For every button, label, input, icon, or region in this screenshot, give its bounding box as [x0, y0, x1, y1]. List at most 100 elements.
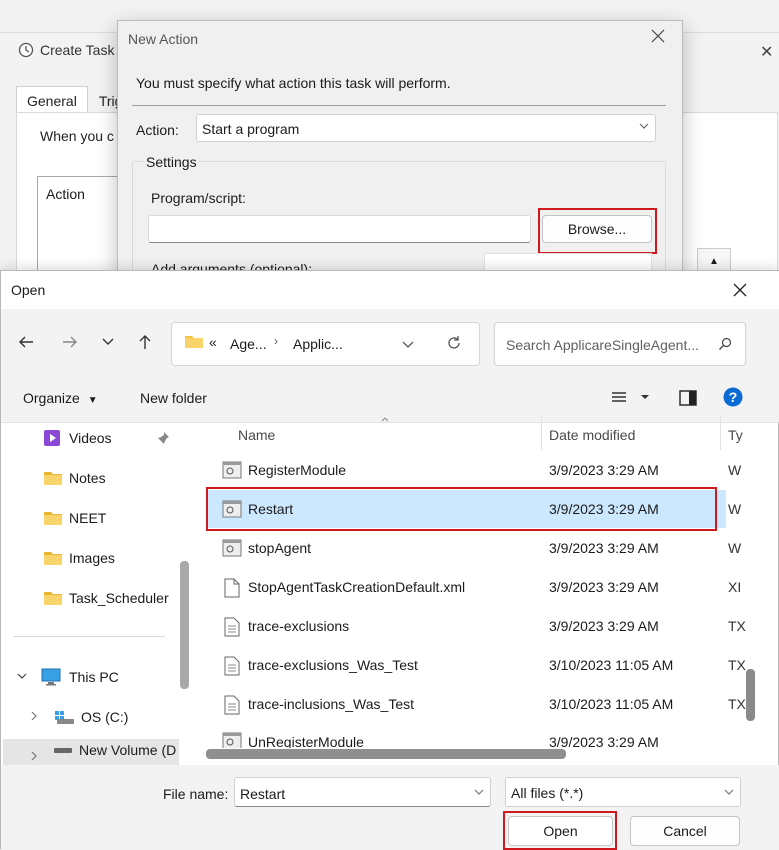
sidebar-item-task-scheduler[interactable]: Task_Scheduler	[43, 578, 169, 618]
file-row[interactable]: stopAgent 3/9/2023 3:29 AM W	[206, 529, 741, 567]
file-date: 3/9/2023 3:29 AM	[549, 579, 659, 595]
file-row[interactable]: trace-exclusions 3/9/2023 3:29 AM TX	[206, 607, 746, 645]
expand-chevron-right-icon[interactable]	[31, 751, 37, 761]
file-list-vertical-scrollbar[interactable]	[746, 669, 755, 721]
sidebar-item-new-volume-d[interactable]: New Volume (D	[53, 737, 179, 763]
create-task-close-icon[interactable]: ✕	[760, 42, 773, 62]
sidebar-item-label: Videos	[69, 430, 112, 446]
file-row[interactable]: RegisterModule 3/9/2023 3:29 AM W	[206, 451, 741, 489]
preview-pane-icon[interactable]	[679, 390, 697, 406]
sidebar-scrollbar[interactable]	[180, 561, 189, 689]
file-row[interactable]: trace-exclusions_Was_Test 3/10/2023 11:0…	[206, 646, 746, 684]
open-title: Open	[11, 282, 46, 298]
new-folder-button[interactable]: New folder	[140, 390, 207, 406]
file-name: trace-inclusions_Was_Test	[248, 696, 414, 712]
file-date: 3/9/2023 3:29 AM	[549, 462, 659, 478]
expand-chevron-right-icon[interactable]	[31, 711, 37, 721]
triangle-up-icon: ▲	[709, 255, 719, 267]
organize-button[interactable]: Organize ▼	[23, 390, 98, 406]
breadcrumb-item[interactable]: Age...	[230, 336, 267, 352]
file-type: W	[728, 462, 742, 478]
column-header-date-modified[interactable]: Date modified	[549, 427, 635, 443]
text-file-icon	[224, 695, 240, 715]
expand-chevron-down-icon[interactable]	[17, 673, 27, 679]
action-label: Action:	[136, 122, 179, 138]
column-separator	[541, 416, 542, 450]
blank-file-icon	[224, 578, 240, 598]
file-date: 3/9/2023 3:29 AM	[549, 734, 659, 748]
file-type: W	[728, 501, 742, 517]
text-file-icon	[224, 617, 240, 637]
sidebar-item-os-c[interactable]: OS (C:)	[53, 697, 128, 737]
file-type: TX	[728, 618, 746, 634]
actions-list-header: Action	[46, 186, 85, 202]
column-header-name[interactable]: Name	[238, 427, 275, 443]
arrow-left-icon	[17, 333, 35, 351]
create-task-tabs: General Trig	[16, 86, 133, 114]
drive-icon	[53, 746, 73, 754]
toolbar	[1, 381, 779, 423]
breadcrumb-item[interactable]: Applic...	[293, 336, 343, 352]
highlight-box	[503, 811, 617, 850]
sidebar-item-images[interactable]: Images	[43, 538, 115, 578]
cancel-button[interactable]: Cancel	[630, 816, 740, 846]
program-script-input[interactable]	[148, 215, 531, 243]
open-close-icon[interactable]	[732, 282, 748, 298]
file-name: trace-exclusions	[248, 618, 350, 634]
create-task-description: When you c	[40, 128, 114, 144]
chevron-down-icon	[102, 338, 114, 346]
new-action-close-icon[interactable]	[651, 29, 665, 43]
text-file-icon	[224, 656, 240, 676]
arrow-up-icon	[136, 333, 154, 351]
sidebar-divider	[13, 636, 165, 637]
breadcrumb-separator-icon: ›	[274, 334, 278, 348]
address-dropdown-icon[interactable]	[402, 341, 414, 349]
recent-locations-button[interactable]	[102, 338, 114, 346]
file-row[interactable]: StopAgentTaskCreationDefault.xml 3/9/202…	[206, 568, 741, 606]
tab-general[interactable]: General	[16, 86, 88, 114]
file-name-label: File name:	[163, 786, 229, 802]
file-list-horizontal-scrollbar[interactable]	[206, 749, 566, 759]
back-button[interactable]	[17, 333, 35, 351]
refresh-icon[interactable]	[446, 335, 462, 351]
help-icon[interactable]: ?	[723, 387, 743, 407]
clock-icon	[18, 42, 34, 58]
svg-text:?: ?	[729, 389, 738, 405]
open-titlebar	[1, 271, 779, 309]
divider	[132, 105, 666, 106]
file-date: 3/9/2023 3:29 AM	[549, 540, 659, 556]
forward-button[interactable]	[61, 333, 79, 351]
file-date: 3/10/2023 11:05 AM	[549, 657, 674, 673]
sort-indicator-icon	[381, 417, 389, 422]
chevron-down-icon	[639, 123, 649, 129]
action-select-value: Start a program	[202, 121, 300, 137]
highlight-box	[538, 208, 657, 254]
sidebar-item-label: NEET	[69, 510, 107, 526]
search-icon	[718, 337, 732, 351]
up-button[interactable]	[136, 333, 154, 351]
sidebar-item-label: This PC	[69, 669, 119, 685]
file-name-dropdown-icon[interactable]	[474, 789, 484, 795]
new-action-title: New Action	[128, 31, 199, 47]
breadcrumb-overflow[interactable]: «	[209, 334, 217, 350]
sidebar-item-videos[interactable]: Videos	[43, 418, 112, 458]
file-name: stopAgent	[248, 540, 312, 556]
sidebar-item-notes[interactable]: Notes	[43, 458, 106, 498]
view-options-icon[interactable]	[611, 391, 651, 405]
file-row[interactable]: UnRegisterModule 3/9/2023 3:29 AM W	[206, 724, 726, 748]
file-date: 3/10/2023 11:05 AM	[549, 696, 674, 712]
folder-icon	[43, 590, 63, 606]
pin-icon[interactable]	[156, 431, 170, 445]
file-type-value: All files (*.*)	[511, 785, 584, 801]
sidebar-item-label: Task_Scheduler	[69, 590, 169, 606]
file-type: W	[728, 540, 742, 556]
column-header-type[interactable]: Ty	[728, 427, 743, 443]
file-row[interactable]: trace-inclusions_Was_Test 3/10/2023 11:0…	[206, 685, 746, 723]
sidebar-item-this-pc[interactable]: This PC	[41, 657, 119, 697]
file-type: XI	[728, 579, 742, 595]
arrow-right-icon	[61, 333, 79, 351]
folder-icon	[43, 550, 63, 566]
sidebar-item-neet[interactable]: NEET	[43, 498, 106, 538]
folder-icon	[43, 470, 63, 486]
script-file-icon	[222, 539, 242, 557]
